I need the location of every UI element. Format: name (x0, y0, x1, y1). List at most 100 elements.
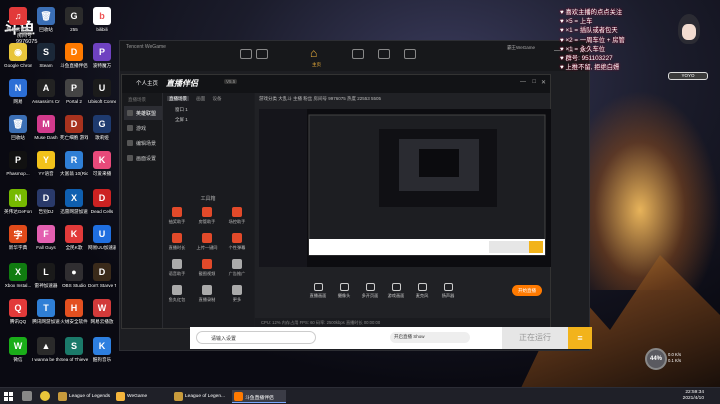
close-icon[interactable]: ✕ (541, 79, 546, 86)
back-icon[interactable] (240, 49, 252, 59)
menu-icon[interactable]: ≡ (568, 327, 592, 349)
tool-label: 直播录制 (198, 297, 216, 302)
desktop-icon[interactable]: R 大富翁 10(Richm... (60, 148, 88, 188)
desktop-icon[interactable]: K 酷狗音乐 (88, 334, 116, 374)
tool-button[interactable]: 更多 (222, 285, 252, 311)
library-icon[interactable] (378, 49, 390, 59)
multi-page-button[interactable]: 多开页面 (359, 283, 381, 299)
app-icon: D (65, 43, 83, 61)
desktop-icon[interactable]: P 波特魔方 (88, 40, 116, 80)
tool-button[interactable]: 直播时长 (162, 233, 192, 259)
desktop-icon[interactable]: N 英伟达GeForce (4, 186, 32, 226)
desktop-icon[interactable]: Y YY语音 (32, 148, 60, 188)
taskbar-item[interactable]: League of Legends (56, 390, 112, 403)
settings-search-input[interactable]: 请输入设置 (196, 331, 316, 344)
desktop-icon[interactable]: ● OBS Studio (60, 260, 88, 300)
tool-button[interactable]: 直播录制 (192, 285, 222, 311)
desktop-icon[interactable]: N 网易 (4, 76, 32, 116)
desktop-icon[interactable]: D Don't Starve Together (88, 260, 116, 300)
desktop-icon[interactable]: S Sea of Thieves (60, 334, 88, 374)
home-label[interactable]: 主页 (312, 62, 321, 68)
douyu-assistant-window[interactable]: 个人主页 直播伴侣 V5.5 — □ ✕ 直播场景 英雄联盟 游戏 编辑场景 画… (121, 74, 551, 329)
desktop-icon[interactable]: W 网易云播放 (88, 296, 116, 336)
desktop-icon[interactable]: T 腾讯网游加速 (32, 296, 60, 336)
windows-start-icon[interactable] (4, 392, 13, 401)
desktop-icon[interactable]: P Portal 2 (60, 76, 88, 116)
desktop-icon[interactable]: b bilibili (88, 4, 116, 44)
tool-button[interactable]: 场控助手 (222, 207, 252, 233)
wegame-user[interactable]: 霸王WeGame (507, 45, 535, 51)
preview-recursive-capture (259, 109, 551, 267)
desktop-icon[interactable]: S Steam (32, 40, 60, 80)
desktop-icon[interactable]: D Dead Cells (88, 186, 116, 226)
desktop-icon[interactable]: K 可爱来播 (88, 148, 116, 188)
tab-scenes[interactable]: 直播场景 (167, 96, 189, 101)
minimize-icon[interactable]: — (520, 79, 526, 85)
app-icon: 🗑 (9, 115, 27, 133)
stream-preview[interactable] (259, 109, 551, 267)
desktop-icon[interactable]: 🗑 回收站 (32, 4, 60, 44)
desktop-icon[interactable]: G 255 (60, 4, 88, 44)
game-icon (127, 110, 133, 116)
tool-icon (172, 285, 182, 295)
store-icon[interactable] (352, 49, 364, 59)
speaker-button[interactable]: 扬声器 (437, 283, 459, 299)
network-speed-gauge[interactable]: 44% (645, 348, 667, 370)
taskbar-item[interactable]: 斗鱼直播伴侣 (232, 390, 286, 403)
tool-button[interactable]: 语音助手 (162, 259, 192, 285)
desktop-icon[interactable]: H 火绒安全软件 (60, 296, 88, 336)
desktop-icon[interactable]: U Ubisoft Connect (88, 76, 116, 116)
desktop-icon-label: 全民K歌 (65, 245, 83, 250)
desktop-icon[interactable]: U 网易UU加速器 (88, 222, 116, 262)
tool-button[interactable]: 鱼丸红包 (162, 285, 192, 311)
tool-button[interactable]: 截图视频 (192, 259, 222, 285)
taskbar-item[interactable]: League of Legen... (172, 390, 230, 403)
personal-home-link[interactable]: 个人主页 (136, 79, 158, 87)
tool-button[interactable]: 广告推广 (222, 259, 252, 285)
desktop-icon[interactable]: X Xbox Instal... (4, 260, 32, 300)
desktop-icon[interactable]: Q 腾讯QQ (4, 296, 32, 336)
version-badge: V5.5 (224, 79, 238, 84)
desktop-icon[interactable]: G 歌莉娅 (88, 112, 116, 152)
running-button[interactable]: 正在运行 (502, 327, 568, 349)
desktop-icon[interactable]: M Muse Dash (32, 112, 60, 152)
home-icon[interactable]: ⌂ (310, 46, 324, 60)
desktop-icon[interactable]: 🗑 回收站 (4, 112, 32, 152)
desktop-icon[interactable]: P Phasmop... (4, 148, 32, 188)
desktop-icon[interactable]: ◉ Google Chrome (4, 40, 32, 80)
desktop-icon[interactable]: D 告别DJ (32, 186, 60, 226)
scene-row[interactable]: 全屏 1 (163, 115, 254, 125)
tool-button[interactable]: 个性弹幕 (222, 233, 252, 259)
tab-canvas[interactable]: 画面 (196, 96, 205, 101)
screen-capture-button[interactable]: 直播画面 (307, 283, 329, 299)
go-live-button[interactable]: 开始直播 (512, 285, 542, 296)
tab-devices[interactable]: 设备 (213, 96, 222, 101)
forward-icon[interactable] (256, 49, 268, 59)
live-show-toggle[interactable]: 开启直播 Show (390, 332, 470, 343)
app-icon: R (65, 151, 83, 169)
desktop-icon[interactable]: A Assassin's Creed Od... (32, 76, 60, 116)
desktop-icon[interactable]: ♫ 网易云音乐 (4, 4, 32, 44)
desktop-icon[interactable]: ▲ I wanna be the Creator (32, 334, 60, 374)
tool-button[interactable]: 上传一键同 (192, 233, 222, 259)
maximize-icon[interactable]: □ (532, 79, 536, 85)
desktop-icon[interactable]: W 微信 (4, 334, 32, 374)
clock[interactable]: 22:59:34 2021/4/10 (683, 390, 704, 402)
search-icon[interactable] (22, 391, 32, 401)
microphone-button[interactable]: 麦克风 (411, 283, 433, 299)
desktop-icon[interactable]: X 迅雷网游加速 (60, 186, 88, 226)
tool-button[interactable]: 抽奖助手 (162, 207, 192, 233)
scene-row[interactable]: 窗口 1 (163, 105, 254, 115)
tool-button[interactable]: 房管助手 (192, 207, 222, 233)
community-icon[interactable] (404, 49, 416, 59)
camera-button[interactable]: 摄像头 (333, 283, 355, 299)
desktop-icon[interactable]: F Fall Guys (32, 222, 60, 262)
desktop-icon[interactable]: K 全民K歌 (60, 222, 88, 262)
taskbar-item[interactable]: WeGame (114, 390, 170, 403)
desktop-icon[interactable]: D 斗鱼直播伴侣 (60, 40, 88, 80)
chrome-icon[interactable] (40, 391, 50, 401)
game-capture-button[interactable]: 游戏画面 (385, 283, 407, 299)
desktop-icon[interactable]: D 死亡细胞 游戏 (60, 112, 88, 152)
desktop-icon[interactable]: 字新华字典 (4, 222, 32, 262)
desktop-icon[interactable]: L 雷神加速器 (32, 260, 60, 300)
